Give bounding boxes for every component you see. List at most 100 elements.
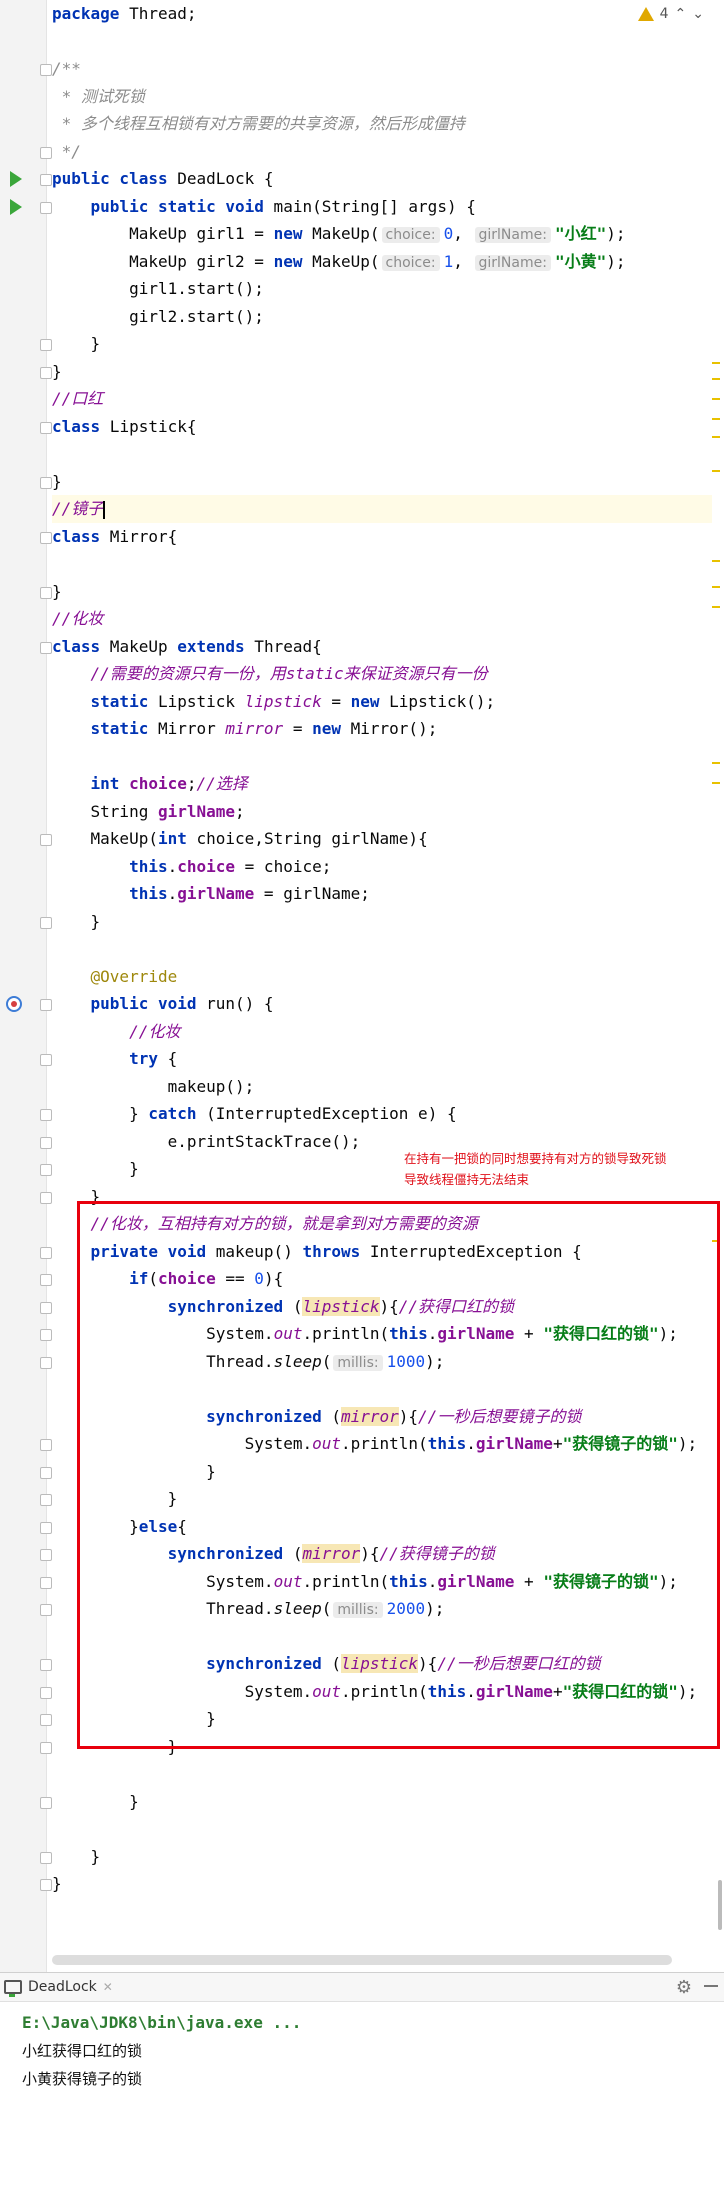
code-line[interactable]: public static void main(String[] args) {	[52, 193, 476, 221]
warning-stripe[interactable]	[712, 470, 720, 472]
code-line[interactable]: public void run() {	[52, 990, 274, 1018]
fold-marker[interactable]	[40, 146, 52, 159]
fold-marker[interactable]	[40, 1494, 52, 1506]
fold-marker[interactable]	[40, 1576, 52, 1589]
fold-marker[interactable]	[40, 1054, 52, 1066]
code-line[interactable]: MakeUp girl2 = new MakeUp(choice: 1, girl…	[52, 248, 626, 276]
code-line[interactable]: //化妆	[52, 605, 103, 633]
code-line[interactable]: this.choice = choice;	[52, 853, 331, 881]
fold-marker[interactable]	[40, 1879, 52, 1891]
code-line[interactable]: }	[52, 358, 62, 386]
fold-marker[interactable]	[40, 1191, 52, 1204]
code-line[interactable]: girl1.start();	[52, 275, 264, 303]
code-line[interactable]: class MakeUp extends Thread{	[52, 633, 322, 661]
code-line[interactable]: * 测试死锁	[52, 83, 145, 111]
fold-marker[interactable]	[40, 1549, 52, 1561]
fold-marker[interactable]	[40, 1466, 52, 1479]
fold-marker[interactable]	[40, 586, 52, 599]
code-line[interactable]: } catch (InterruptedException e) {	[52, 1100, 457, 1128]
code-line[interactable]: //化妆	[52, 1018, 180, 1046]
code-line[interactable]: //镜子	[52, 495, 712, 523]
code-line[interactable]: }	[52, 1843, 101, 1871]
fold-marker[interactable]	[40, 1851, 52, 1864]
run-tab-deadlock[interactable]: DeadLock ✕	[4, 1977, 113, 1997]
code-line[interactable]: /**	[52, 55, 81, 83]
code-line[interactable]: //需要的资源只有一份，用static来保证资源只有一份	[52, 660, 488, 688]
code-line[interactable]: String girlName;	[52, 798, 245, 826]
fold-marker[interactable]	[40, 1274, 52, 1286]
code-line[interactable]: */	[52, 138, 81, 166]
fold-marker[interactable]	[40, 174, 52, 186]
fold-marker[interactable]	[40, 916, 52, 929]
fold-marker[interactable]	[40, 1136, 52, 1149]
gear-icon[interactable]: ⚙	[676, 1977, 692, 1998]
fold-marker[interactable]	[40, 201, 52, 214]
fold-marker[interactable]	[40, 1356, 52, 1369]
fold-marker[interactable]	[40, 641, 52, 654]
code-line[interactable]: }	[52, 468, 62, 496]
warning-stripe[interactable]	[712, 586, 720, 588]
warning-stripe[interactable]	[712, 398, 720, 400]
code-line[interactable]: package Thread;	[52, 0, 197, 28]
fold-marker[interactable]	[40, 1659, 52, 1671]
chevron-up-icon[interactable]: ⌃	[675, 6, 687, 22]
override-icon[interactable]	[6, 996, 22, 1012]
close-icon[interactable]: ✕	[103, 1980, 113, 1994]
fold-marker[interactable]	[40, 476, 52, 489]
code-line[interactable]: class Mirror{	[52, 523, 177, 551]
warning-stripe[interactable]	[712, 606, 720, 608]
fold-marker[interactable]	[40, 1439, 52, 1451]
code-line[interactable]: }	[52, 1155, 139, 1183]
code-line[interactable]: makeup();	[52, 1073, 255, 1101]
code-line[interactable]: MakeUp(int choice,String girlName){	[52, 825, 428, 853]
code-line[interactable]: @Override	[52, 963, 178, 991]
fold-marker[interactable]	[40, 1714, 52, 1726]
fold-marker[interactable]	[40, 999, 52, 1011]
code-line[interactable]: int choice;//选择	[52, 770, 248, 798]
code-line[interactable]: class Lipstick{	[52, 413, 197, 441]
fold-marker[interactable]	[40, 366, 52, 379]
code-line[interactable]: static Mirror mirror = new Mirror();	[52, 715, 438, 743]
code-line[interactable]: MakeUp girl1 = new MakeUp(choice: 0, girl…	[52, 220, 626, 248]
fold-marker[interactable]	[40, 1741, 52, 1754]
fold-marker[interactable]	[40, 1246, 52, 1259]
code-line[interactable]: this.girlName = girlName;	[52, 880, 370, 908]
code-line[interactable]: }	[52, 330, 101, 358]
fold-marker[interactable]	[40, 1109, 52, 1121]
code-line[interactable]: e.printStackTrace();	[52, 1128, 361, 1156]
fold-marker[interactable]	[40, 1796, 52, 1809]
fold-marker[interactable]	[40, 1301, 52, 1314]
horizontal-scrollbar[interactable]	[52, 1955, 672, 1965]
fold-marker[interactable]	[40, 1329, 52, 1341]
fold-marker[interactable]	[40, 531, 52, 544]
code-line[interactable]: //口红	[52, 385, 103, 413]
fold-marker[interactable]	[40, 421, 52, 434]
warning-stripe[interactable]	[712, 762, 720, 764]
warning-stripe[interactable]	[712, 436, 720, 438]
fold-marker[interactable]	[40, 1164, 52, 1176]
code-line[interactable]: * 多个线程互相锁有对方需要的共享资源，然后形成僵持	[52, 110, 465, 138]
run-icon[interactable]	[10, 171, 22, 187]
console-output[interactable]: E:\Java\JDK8\bin\java.exe ... 小红获得口红的锁 小…	[22, 2009, 301, 2093]
code-line[interactable]: try {	[52, 1045, 177, 1073]
code-line[interactable]: static Lipstick lipstick = new Lipstick(…	[52, 688, 496, 716]
chevron-down-icon[interactable]: ⌄	[692, 6, 704, 22]
fold-marker[interactable]	[40, 1686, 52, 1699]
run-icon[interactable]	[10, 198, 22, 215]
warning-stripe[interactable]	[712, 782, 720, 784]
code-line[interactable]: }	[52, 908, 101, 936]
minimize-icon[interactable]	[704, 1985, 718, 1987]
warning-stripe[interactable]	[712, 560, 720, 562]
inspection-widget[interactable]: 4 ⌃ ⌄	[637, 2, 704, 26]
code-line[interactable]: }	[52, 578, 62, 606]
code-line[interactable]: public class DeadLock {	[52, 165, 274, 193]
code-line[interactable]: }	[52, 1788, 139, 1816]
code-line[interactable]: }	[52, 1870, 62, 1898]
warning-stripe[interactable]	[712, 362, 720, 364]
fold-marker[interactable]	[40, 1521, 52, 1534]
warning-stripe[interactable]	[712, 418, 720, 420]
fold-marker[interactable]	[40, 339, 52, 351]
scrollbar-thumb[interactable]	[718, 1880, 722, 1930]
fold-marker[interactable]	[40, 1604, 52, 1616]
fold-marker[interactable]	[40, 834, 52, 846]
